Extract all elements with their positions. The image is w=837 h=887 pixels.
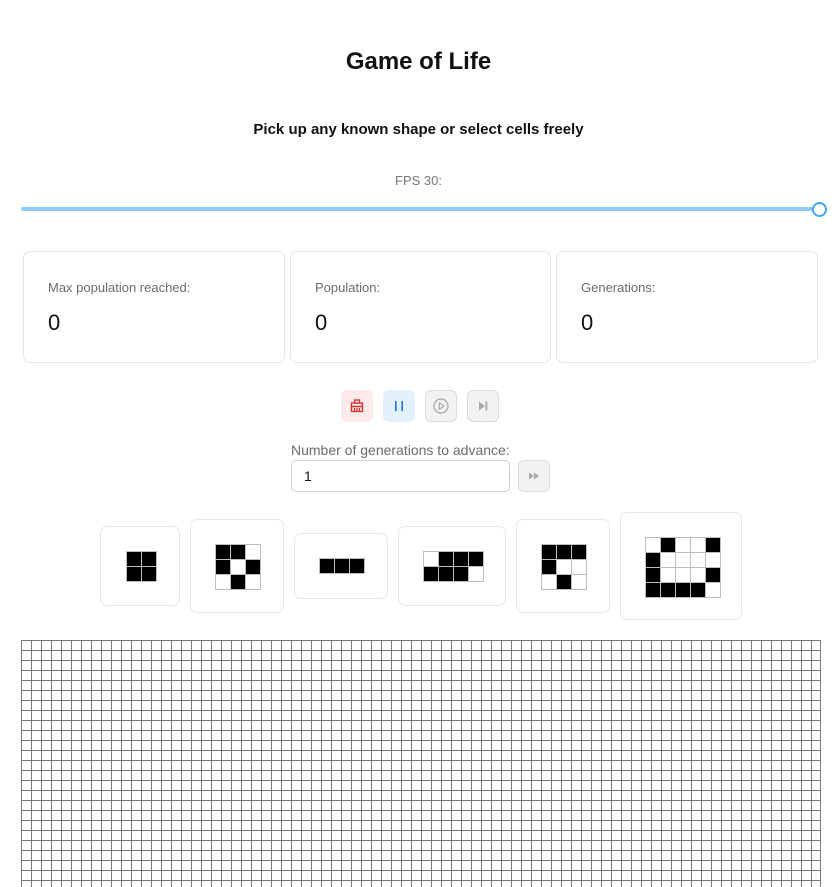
shape-cell-dead xyxy=(231,560,245,574)
shape-toad-preview xyxy=(423,551,484,582)
generations-value: 0 xyxy=(581,310,594,335)
shape-cell-dead xyxy=(572,560,586,574)
shape-cell-alive xyxy=(706,538,720,552)
advance-generations-input[interactable] xyxy=(291,460,510,492)
shape-cell-dead xyxy=(469,567,483,581)
shape-cell-alive xyxy=(646,553,660,567)
shape-cell-alive xyxy=(676,583,690,597)
shape-block-preview xyxy=(126,551,157,582)
shape-cell-dead xyxy=(691,538,705,552)
shape-cell-alive xyxy=(335,559,349,573)
page-subtitle: Pick up any known shape or select cells … xyxy=(253,121,584,138)
advance-button[interactable] xyxy=(518,460,550,492)
shape-cell-alive xyxy=(454,567,468,581)
generations-card: Generations: 0 xyxy=(556,251,818,363)
shape-cell-alive xyxy=(142,552,156,566)
shape-cell-alive xyxy=(142,567,156,581)
shape-block-card[interactable] xyxy=(100,526,180,606)
shape-spaceship-card[interactable] xyxy=(620,512,742,620)
shape-cell-alive xyxy=(646,583,660,597)
shape-beacon-like-card[interactable] xyxy=(190,519,284,613)
shape-cell-dead xyxy=(246,545,260,559)
play-button[interactable] xyxy=(425,390,457,422)
shape-cell-alive xyxy=(127,552,141,566)
fps-slider[interactable] xyxy=(21,200,827,218)
shape-cell-alive xyxy=(246,560,260,574)
shape-cell-dead xyxy=(542,575,556,589)
shape-cell-dead xyxy=(691,568,705,582)
skip-next-icon xyxy=(479,401,488,411)
shape-cell-alive xyxy=(646,568,660,582)
pause-icon xyxy=(395,401,403,411)
shape-cell-dead xyxy=(646,538,660,552)
population-card: Population: 0 xyxy=(290,251,551,363)
shape-glider-card[interactable] xyxy=(516,519,610,613)
shape-cell-alive xyxy=(350,559,364,573)
shape-toad-card[interactable] xyxy=(398,526,506,606)
pause-button[interactable] xyxy=(383,390,415,422)
shape-blinker-card[interactable] xyxy=(294,533,388,599)
fps-slider-thumb[interactable] xyxy=(812,202,827,217)
shape-cell-dead xyxy=(706,553,720,567)
page-title: Game of Life xyxy=(345,48,492,75)
max-population-label: Max population reached: xyxy=(48,280,191,295)
shape-cell-alive xyxy=(661,583,675,597)
shape-glider-preview xyxy=(541,544,587,590)
fps-label: FPS 30: xyxy=(395,173,442,188)
shape-spaceship-preview xyxy=(645,537,721,598)
shape-cell-dead xyxy=(424,552,438,566)
shape-cell-alive xyxy=(454,552,468,566)
shape-cell-alive xyxy=(706,568,720,582)
fps-slider-track[interactable] xyxy=(21,207,821,211)
shape-cell-alive xyxy=(557,575,571,589)
shape-cell-dead xyxy=(676,538,690,552)
shape-cell-alive xyxy=(542,545,556,559)
shape-cell-dead xyxy=(676,553,690,567)
shape-cell-dead xyxy=(661,553,675,567)
max-population-card: Max population reached: 0 xyxy=(23,251,285,363)
shape-cell-alive xyxy=(542,560,556,574)
shape-cell-alive xyxy=(439,552,453,566)
shape-cell-dead xyxy=(676,568,690,582)
advance-label: Number of generations to advance: xyxy=(291,442,510,458)
shape-cell-dead xyxy=(216,575,230,589)
generations-label: Generations: xyxy=(581,280,656,295)
shape-cell-alive xyxy=(216,545,230,559)
shape-cell-alive xyxy=(661,538,675,552)
shape-cell-dead xyxy=(246,575,260,589)
shape-cell-alive xyxy=(424,567,438,581)
shape-cell-alive xyxy=(231,545,245,559)
shape-cell-alive xyxy=(572,545,586,559)
population-value: 0 xyxy=(315,310,328,335)
shape-cell-dead xyxy=(706,583,720,597)
shape-cell-alive xyxy=(469,552,483,566)
clear-button[interactable] xyxy=(341,390,373,422)
shape-cell-dead xyxy=(572,575,586,589)
broom-icon xyxy=(350,399,364,413)
shape-beacon-like-preview xyxy=(215,544,261,590)
shape-cell-alive xyxy=(216,560,230,574)
max-population-value: 0 xyxy=(48,310,61,335)
shape-cell-alive xyxy=(320,559,334,573)
shape-cell-alive xyxy=(127,567,141,581)
shape-cell-dead xyxy=(557,560,571,574)
shape-cell-alive xyxy=(231,575,245,589)
shape-cell-alive xyxy=(557,545,571,559)
step-button[interactable] xyxy=(467,390,499,422)
shape-cell-alive xyxy=(439,567,453,581)
game-board[interactable] xyxy=(21,640,821,887)
shape-cell-dead xyxy=(691,553,705,567)
fast-forward-icon xyxy=(529,472,539,480)
shape-cell-dead xyxy=(661,568,675,582)
population-label: Population: xyxy=(315,280,381,295)
shape-blinker-preview xyxy=(319,558,365,574)
shape-cell-alive xyxy=(691,583,705,597)
play-icon xyxy=(433,398,449,414)
